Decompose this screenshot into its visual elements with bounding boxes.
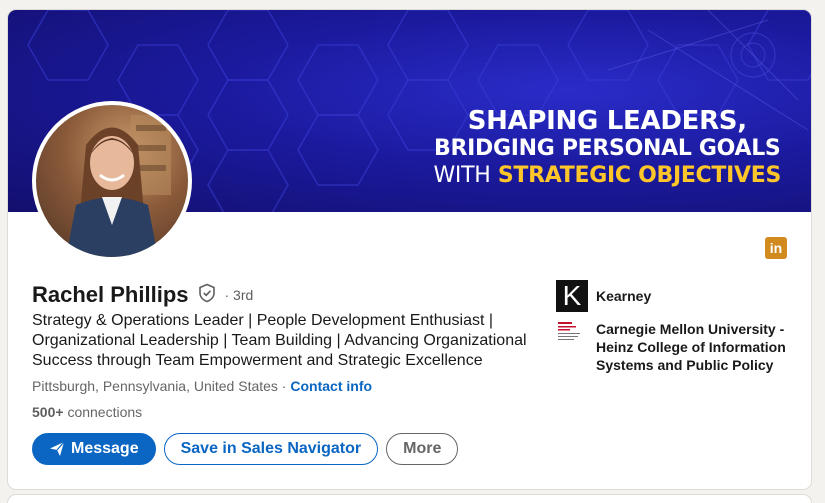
connections-number: 500+ <box>32 404 64 420</box>
linkedin-icon[interactable]: in <box>765 237 787 259</box>
profile-location: Pittsburgh, Pennsylvania, United States <box>32 378 278 394</box>
profile-name: Rachel Phillips <box>32 282 189 307</box>
save-sales-navigator-label: Save in Sales Navigator <box>180 440 362 457</box>
banner-line-2: BRIDGING PERSONAL GOALS <box>434 136 781 161</box>
paper-plane-icon <box>50 441 65 456</box>
more-button-label: More <box>403 440 442 457</box>
banner-line-1: SHAPING LEADERS, <box>467 106 747 136</box>
banner-line-3-plain: WITH <box>433 163 491 188</box>
cmu-heinz-logo <box>556 320 588 348</box>
connections-label: connections <box>67 404 143 420</box>
affiliation-name: Carnegie Mellon University - Heinz Colle… <box>596 321 786 373</box>
avatar-portrait-illustration <box>66 115 171 257</box>
profile-card: SHAPING LEADERS, BRIDGING PERSONAL GOALS… <box>8 10 811 489</box>
message-button[interactable]: Message <box>32 433 156 465</box>
affiliations-list: K Kearney Carnegie Mellon University - H… <box>556 280 796 374</box>
profile-avatar[interactable] <box>32 101 192 261</box>
message-button-label: Message <box>71 440 139 457</box>
verified-shield-icon[interactable] <box>197 283 217 308</box>
more-button[interactable]: More <box>386 433 459 465</box>
connection-degree: · 3rd <box>224 287 254 303</box>
contact-info-link[interactable]: Contact info <box>290 378 372 394</box>
affiliation-name: Kearney <box>596 288 652 304</box>
affiliation-kearney[interactable]: K Kearney <box>556 280 796 312</box>
banner-line-3-accent: STRATEGIC OBJECTIVES <box>497 163 781 188</box>
profile-headline: Strategy & Operations Leader | People De… <box>32 312 527 369</box>
location-separator: · <box>277 378 291 394</box>
location-row: Pittsburgh, Pennsylvania, United States … <box>32 378 372 394</box>
name-row: Rachel Phillips · 3rd <box>32 282 253 308</box>
profile-actions: Message Save in Sales Navigator More <box>32 433 459 465</box>
save-sales-navigator-button[interactable]: Save in Sales Navigator <box>163 433 379 465</box>
kearney-logo: K <box>556 280 588 312</box>
next-card-edge <box>8 495 811 503</box>
banner-tagline: SHAPING LEADERS, BRIDGING PERSONAL GOALS… <box>433 106 781 190</box>
affiliation-cmu[interactable]: Carnegie Mellon University - Heinz Colle… <box>556 320 796 374</box>
connections-count[interactable]: 500+ connections <box>32 404 142 420</box>
banner-line-3: WITH STRATEGIC OBJECTIVES <box>433 162 781 190</box>
